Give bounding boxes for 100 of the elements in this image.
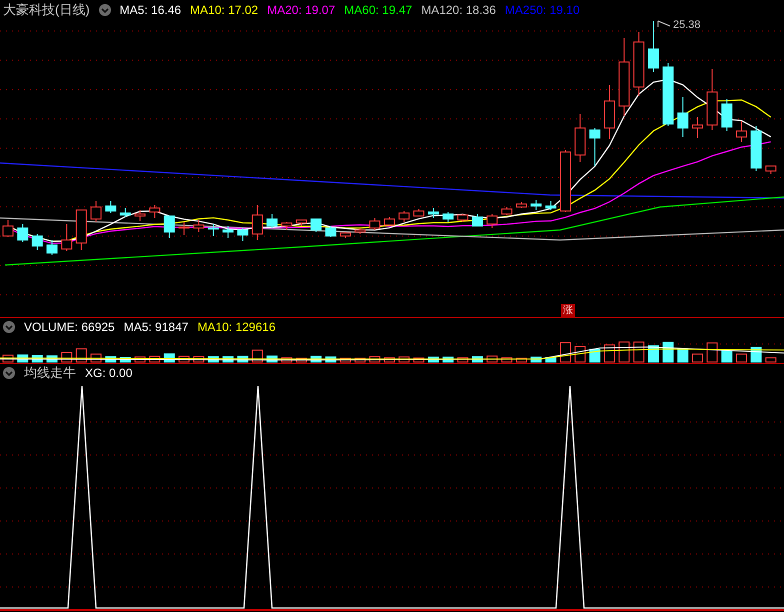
candlestick — [604, 84, 615, 140]
candlestick — [472, 214, 483, 226]
candlestick — [736, 120, 747, 142]
candlestick — [692, 116, 703, 138]
volume-bar — [193, 356, 204, 362]
candlestick — [428, 208, 439, 218]
candlestick — [193, 220, 204, 232]
candlestick — [105, 200, 116, 214]
signal-badge: 涨 — [561, 304, 575, 317]
volume-bar — [530, 356, 542, 362]
volume-bar — [413, 358, 424, 362]
candlestick — [369, 218, 380, 230]
volume-bar — [472, 356, 483, 362]
volume-bar — [516, 358, 527, 362]
candlestick — [325, 226, 336, 238]
candlestick — [442, 212, 454, 222]
volume-bar — [560, 342, 571, 362]
collapse-icon[interactable] — [3, 321, 15, 333]
candlestick — [17, 224, 28, 242]
indicator-value: MA5: 16.46 — [120, 3, 182, 17]
candlestick — [486, 214, 498, 228]
candlestick — [90, 200, 102, 222]
candlestick — [178, 222, 190, 236]
indicator-value: VOLUME: 66925 — [24, 320, 115, 334]
leader-line — [658, 20, 670, 28]
volume-bar — [618, 342, 630, 362]
indicator-value: MA20: 19.07 — [267, 3, 336, 17]
volume-bar — [604, 344, 615, 362]
indicator-value: MA120: 18.36 — [421, 3, 496, 17]
candlestick — [76, 210, 87, 250]
volume-bar — [398, 356, 410, 362]
volume-bar — [706, 342, 718, 362]
volume-bar — [677, 348, 688, 362]
candlestick — [46, 240, 58, 256]
candlestick — [208, 224, 219, 236]
indicator-value: MA5: 91847 — [124, 320, 188, 334]
candlestick — [574, 114, 586, 162]
volume-bar — [208, 356, 219, 362]
candlestick — [120, 208, 131, 218]
high-price-label: 25.38 — [673, 19, 701, 31]
candlestick — [530, 200, 542, 210]
candlestick — [589, 128, 600, 166]
candlestick — [340, 232, 351, 238]
volume-bar — [134, 356, 146, 362]
volume-bar — [105, 356, 116, 362]
candlestick — [677, 96, 688, 138]
candlestick — [501, 206, 512, 216]
indicator-value: MA60: 19.47 — [344, 3, 412, 17]
candlestick — [516, 202, 527, 208]
volume-bar — [428, 356, 439, 362]
indicator-value: XG: 0.00 — [85, 366, 132, 380]
candlestick — [706, 68, 718, 130]
volume-bar — [442, 356, 454, 362]
candlestick — [134, 210, 146, 222]
indicator-value: MA250: 19.10 — [504, 3, 580, 17]
candlestick — [164, 216, 175, 238]
candlestick — [633, 32, 644, 96]
candlestick — [398, 210, 410, 222]
candlestick — [237, 228, 248, 242]
candlestick — [662, 62, 674, 126]
candlestick — [281, 222, 292, 230]
collapse-icon[interactable] — [98, 4, 111, 16]
candlestick — [765, 166, 776, 174]
candlestick — [32, 234, 43, 250]
candlestick — [266, 214, 278, 228]
indicator-value: MA10: 17.02 — [190, 3, 258, 17]
candlestick — [252, 204, 263, 240]
candlestick — [149, 204, 160, 218]
stock-title: 大豪科技(日线) — [3, 1, 90, 19]
candlestick — [354, 228, 366, 234]
candlestick — [384, 216, 395, 226]
volume-bar — [281, 357, 292, 362]
volume-bar — [692, 354, 703, 362]
volume-bar — [222, 356, 234, 362]
candlestick — [222, 226, 234, 238]
indicator-value: MA10: 129616 — [197, 320, 276, 334]
candlestick — [457, 214, 468, 222]
candlestick — [310, 218, 322, 232]
volume-bar — [501, 357, 512, 362]
candlestick — [648, 20, 659, 72]
candlestick — [2, 220, 14, 238]
candlestick — [545, 200, 556, 210]
candlestick — [560, 150, 571, 212]
volume-bar — [633, 342, 644, 362]
collapse-icon[interactable] — [3, 367, 15, 379]
volume-bar — [662, 342, 674, 362]
candlestick — [413, 208, 424, 216]
candlestick — [61, 224, 72, 252]
candlestick — [750, 126, 762, 172]
volume-bar — [384, 357, 395, 362]
candlestick — [721, 98, 732, 132]
volume-bar — [721, 350, 732, 362]
candlestick — [296, 220, 307, 226]
indicator-title: 均线走牛 — [24, 364, 76, 382]
volume-bar — [457, 357, 468, 362]
volume-bar — [736, 354, 747, 362]
volume-bar — [369, 356, 380, 362]
volume-bar — [354, 358, 366, 362]
volume-bar — [765, 357, 776, 362]
volume-bar — [120, 356, 131, 362]
